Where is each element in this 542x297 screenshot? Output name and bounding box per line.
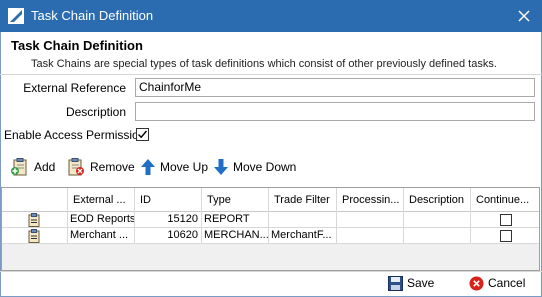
external-reference-label: External Reference [23,81,126,95]
add-task-icon [11,158,27,176]
description-label: Description [65,105,126,119]
app-logo-icon [8,8,24,24]
column-header-external[interactable]: External ... [68,188,135,212]
cancel-icon [469,276,484,290]
cell-description [404,212,471,228]
window-title: Task Chain Definition [31,8,154,23]
page-title: Task Chain Definition [11,38,143,53]
column-header-description[interactable]: Description [404,188,471,212]
header-divider [0,74,542,75]
cancel-button[interactable]: Cancel [469,274,525,292]
grid-header: External ... ID Type Trade Filter Proces… [2,188,539,212]
cell-id: 10620 [135,228,202,244]
remove-button[interactable]: Remove [66,157,135,177]
remove-button-label: Remove [90,160,135,174]
page-description: Task Chains are special types of task de… [31,58,497,70]
floppy-disk-icon [388,275,403,291]
cancel-button-label: Cancel [488,276,526,290]
save-button-label: Save [407,276,435,290]
continue-checkbox[interactable] [500,214,512,226]
column-header-type[interactable]: Type [202,188,269,212]
close-icon[interactable] [514,6,534,26]
window-titlebar: Task Chain Definition [0,0,542,32]
move-up-button[interactable]: Move Up [140,157,208,177]
cell-processing [337,212,404,228]
cell-type: MERCHAN... [202,228,269,244]
arrow-down-icon [214,159,228,175]
tasks-grid: External ... ID Type Trade Filter Proces… [1,187,540,271]
table-row[interactable]: Merchant ... 10620 MERCHAN... MerchantF.… [2,228,539,244]
row-icon-cell [2,212,68,228]
cell-type: REPORT [202,212,269,228]
footer-divider [0,271,542,272]
move-up-button-label: Move Up [160,160,209,174]
row-indicator-header [2,188,68,212]
task-clipboard-icon [28,229,40,243]
move-down-button-label: Move Down [233,160,297,174]
cell-continue [471,212,539,228]
column-header-trade-filter[interactable]: Trade Filter [269,188,337,212]
column-header-id[interactable]: ID [135,188,202,212]
cell-processing [337,228,404,244]
add-button[interactable]: Add [10,157,55,177]
row-icon-cell [2,228,68,244]
enable-access-permission-label: Enable Access Permission [4,128,146,142]
move-down-button[interactable]: Move Down [213,157,296,177]
add-button-label: Add [34,160,56,174]
cell-trade-filter [269,212,337,228]
external-reference-field[interactable]: ChainforMe [135,78,535,97]
checkmark-icon [138,130,148,139]
cell-continue [471,228,539,244]
cell-id: 15120 [135,212,202,228]
table-row[interactable]: EOD Reports 15120 REPORT [2,212,539,228]
continue-checkbox[interactable] [500,230,512,242]
column-header-processing[interactable]: Processin... [337,188,404,212]
arrow-up-icon [141,159,155,175]
cell-external: Merchant ... [68,228,135,244]
cell-external: EOD Reports [68,212,135,228]
column-header-continue[interactable]: Continue... [471,188,539,212]
enable-access-permission-checkbox[interactable] [136,128,149,141]
remove-task-icon [68,158,84,176]
save-button[interactable]: Save [388,274,434,292]
cell-trade-filter: MerchantF... [269,228,337,244]
task-clipboard-icon [28,213,40,227]
description-field[interactable] [135,102,535,121]
cell-description [404,228,471,244]
